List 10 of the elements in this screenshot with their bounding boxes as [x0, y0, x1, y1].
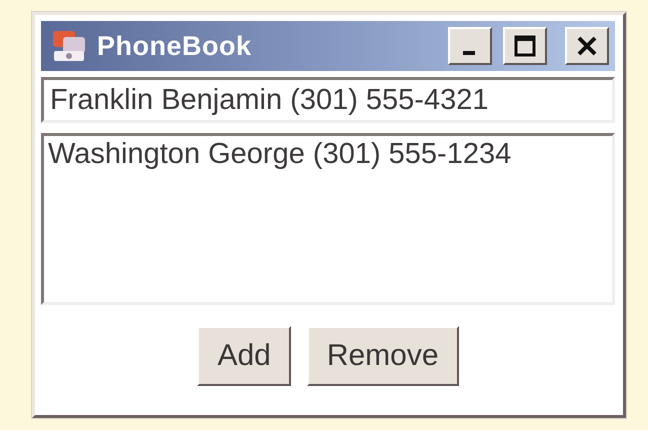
list-item[interactable]: Washington George (301) 555-1234 — [48, 138, 608, 171]
maximize-button[interactable] — [503, 27, 547, 65]
window-title: PhoneBook — [97, 30, 253, 62]
add-button[interactable]: Add — [197, 326, 291, 386]
minimize-button[interactable] — [448, 27, 492, 65]
remove-button[interactable]: Remove — [306, 326, 459, 386]
maximize-icon — [512, 33, 538, 59]
minimize-icon — [463, 51, 475, 55]
close-button[interactable] — [565, 27, 609, 65]
entry-field[interactable]: Franklin Benjamin (301) 555-4321 — [41, 77, 615, 123]
